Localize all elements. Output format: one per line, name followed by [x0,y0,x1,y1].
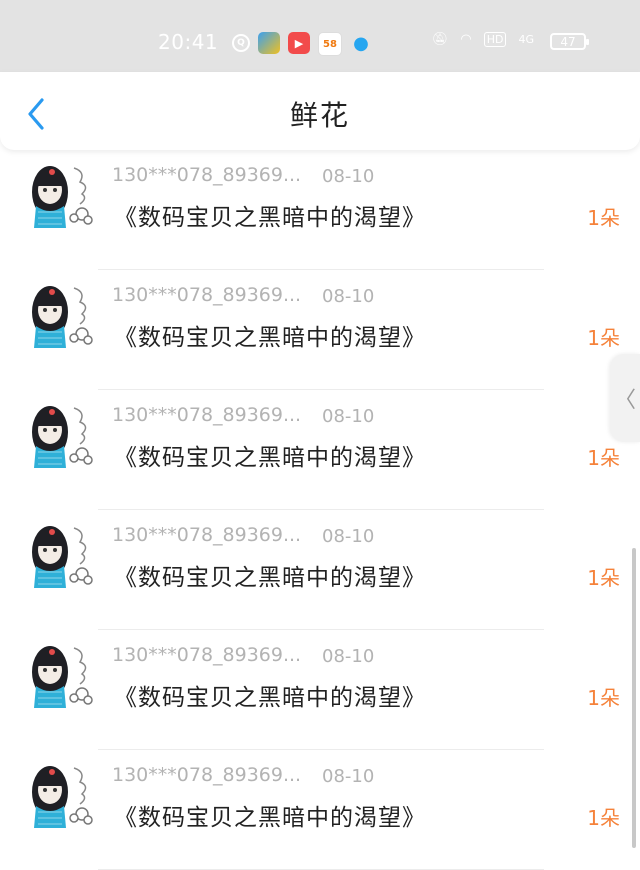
status-bar: 20:41 Q ▶ 58 ● 🔕︎ ◠ HD 4G 47 [0,0,640,72]
date: 08-10 [322,766,375,787]
qq-icon: ● [353,32,369,54]
date: 08-10 [322,406,375,427]
book-title[interactable]: 《数码宝贝之黑暗中的渴望》 [114,558,426,592]
book-title[interactable]: 《数码宝贝之黑暗中的渴望》 [114,678,426,712]
app-58-icon: 58 [318,32,342,56]
side-drawer-handle[interactable]: 〈 [610,354,640,442]
date: 08-10 [322,646,375,667]
user-name: 130***078_89369... [112,524,302,546]
avatar[interactable] [24,158,98,232]
avatar[interactable] [24,398,98,472]
flower-count: 1朵 [587,566,620,590]
status-time: 20:41 [158,30,219,54]
user-name: 130***078_89369... [112,764,302,786]
q-app-icon: Q [232,34,250,52]
list-item[interactable]: 130***078_89369... 08-10 《数码宝贝之黑暗中的渴望》 1… [0,510,640,630]
list-item[interactable]: 130***078_89369... 08-10 《数码宝贝之黑暗中的渴望》 1… [0,630,640,750]
avatar[interactable] [24,758,98,832]
avatar[interactable] [24,278,98,352]
list-item[interactable]: 130***078_89369... 08-10 《数码宝贝之黑暗中的渴望》 1… [0,150,640,270]
scrollbar[interactable] [632,548,636,848]
battery-icon: 47 [550,33,589,50]
flower-count: 1朵 [587,206,620,230]
cellular-signal-icon: 4G [518,33,534,46]
flower-count: 1朵 [587,446,620,470]
mute-bell-icon: 🔕︎ [431,32,449,47]
book-title[interactable]: 《数码宝贝之黑暗中的渴望》 [114,438,426,472]
flower-count: 1朵 [587,326,620,350]
list-item[interactable]: 130***078_89369... 08-10 《数码宝贝之黑暗中的渴望》 1… [0,390,640,510]
system-icons: 🔕︎ ◠ HD 4G [432,32,534,47]
user-name: 130***078_89369... [112,284,302,306]
flower-list: 130***078_89369... 08-10 《数码宝贝之黑暗中的渴望》 1… [0,150,640,870]
book-title[interactable]: 《数码宝贝之黑暗中的渴望》 [114,318,426,352]
wifi-icon: ◠ [460,32,472,47]
book-title[interactable]: 《数码宝贝之黑暗中的渴望》 [114,798,426,832]
flower-count: 1朵 [587,806,620,830]
user-name: 130***078_89369... [112,404,302,426]
date: 08-10 [322,286,375,307]
list-item[interactable]: 130***078_89369... 08-10 《数码宝贝之黑暗中的渴望》 1… [0,270,640,390]
date: 08-10 [322,166,375,187]
date: 08-10 [322,526,375,547]
video-app-icon: ▶ [288,32,310,54]
flower-count: 1朵 [587,686,620,710]
header: 鲜花 [0,72,640,150]
user-name: 130***078_89369... [112,644,302,666]
page-title: 鲜花 [289,99,350,132]
chevron-left-icon: 〈 [613,388,636,413]
notification-icons: Q ▶ 58 ● [232,32,372,56]
avatar[interactable] [24,638,98,712]
book-title[interactable]: 《数码宝贝之黑暗中的渴望》 [114,198,426,232]
avatar[interactable] [24,518,98,592]
user-name: 130***078_89369... [112,164,302,186]
hd-icon: HD [483,32,507,47]
list-item[interactable]: 130***078_89369... 08-10 《数码宝贝之黑暗中的渴望》 1… [0,750,640,870]
app-notification-icon [258,32,280,54]
